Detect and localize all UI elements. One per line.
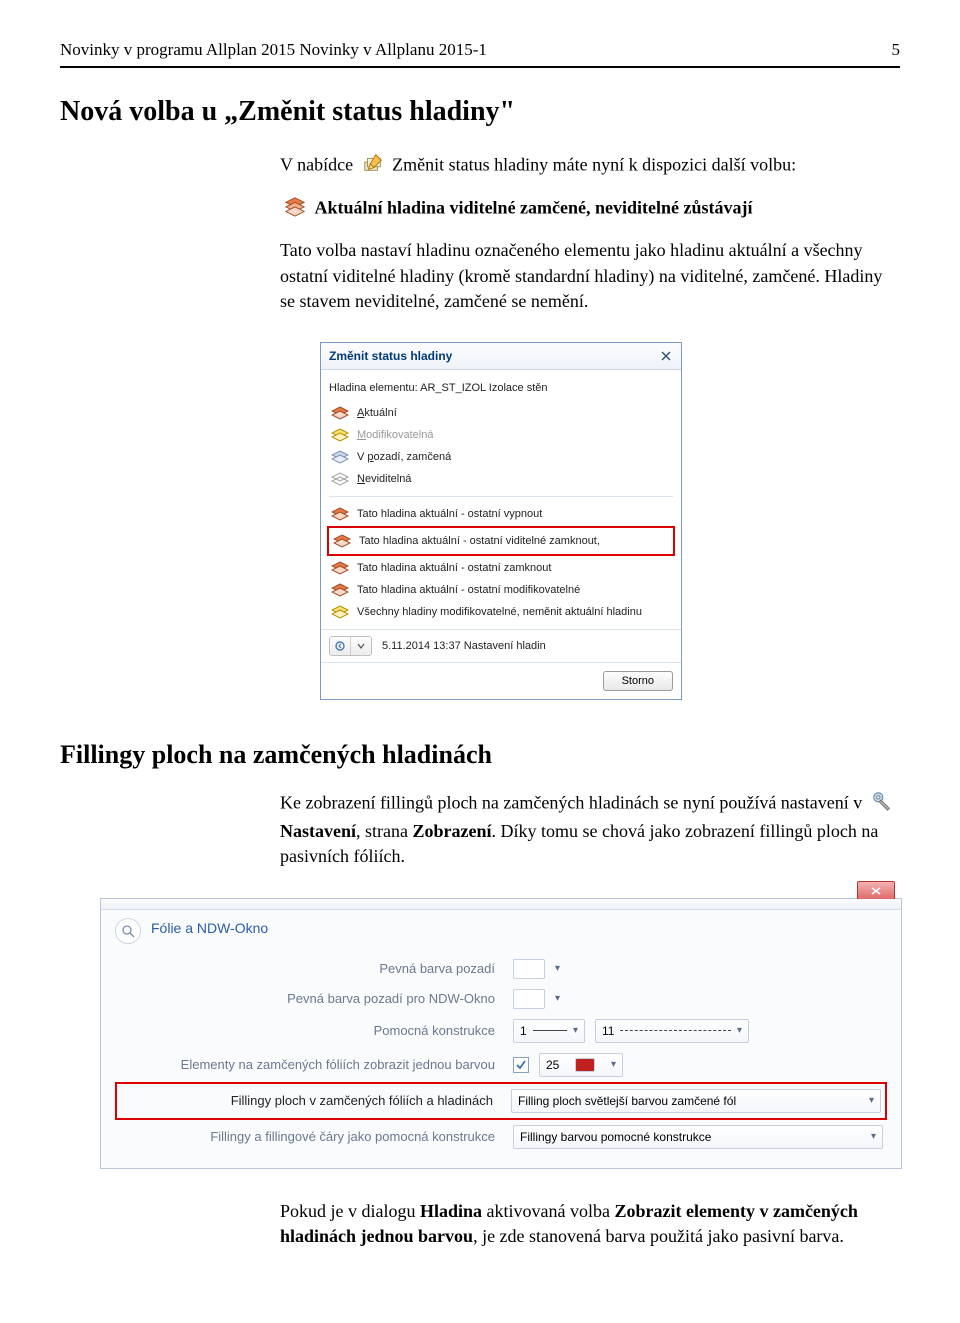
dialog-element-label: Hladina elementu: AR_ST_IZOL Izolace stě… [329,382,673,394]
dialog-item-aktualni[interactable]: Aktuální [329,402,673,424]
panel-row-2: Pomocná konstrukce 1▾ 11 ▾ [115,1014,887,1048]
line-style-select[interactable]: 11 ▾ [595,1019,749,1043]
header-rule [60,66,900,68]
header-left: Novinky v programu Allplan 2015 Novinky … [60,40,487,60]
para4-b1: Hladina [420,1201,482,1221]
settings-panel: Fólie a NDW-Okno Pevná barva pozadí ▾ Pe… [100,898,902,1169]
dialog-item-nevid[interactable]: Neviditelná [329,468,673,490]
layer-icon [331,405,349,421]
layers-stack-icon [331,582,349,598]
dialog-timestamp: 5.11.2014 13:37 Nastavení hladin [382,640,546,652]
dialog-item-modif[interactable]: Modifikovatelná [329,424,673,446]
layers-stack-icon [331,604,349,620]
filling-mode-select[interactable]: Filling ploch světlejší barvou zamčené f… [511,1089,881,1113]
intro-para-2: Tato volba nastaví hladinu označeného el… [280,238,900,314]
intro-line-1-post: Změnit status hladiny máte nyní k dispoz… [392,155,796,175]
heading-1: Nová volba u „Změnit status hladiny" [60,96,900,128]
dialog-item-b0[interactable]: Tato hladina aktuální - ostatní vypnout [329,503,673,525]
para3-bold2: Zobrazení [412,821,491,841]
close-icon[interactable] [659,349,673,363]
dialog-item-label: Tato hladina aktuální - ostatní viditeln… [359,535,600,547]
panel-row-4-highlight: Fillingy ploch v zamčených fóliích a hla… [115,1082,887,1120]
dialog-item-label: Modifikovatelná [357,429,433,441]
chevron-down-icon[interactable]: ▾ [555,963,560,974]
dialog-item-label: Neviditelná [357,473,411,485]
para3-mid: , strana [356,821,412,841]
dialog-item-label: Aktuální [357,407,397,419]
panel-row-1: Pevná barva pozadí pro NDW-Okno ▾ [115,984,887,1014]
dropdown-value: Fillingy barvou pomocné konstrukce [520,1130,711,1144]
change-layer-status-dialog: Změnit status hladiny Hladina elementu: … [320,342,682,700]
line-style-value: 11 [602,1024,614,1038]
row-label: Pevná barva pozadí [119,961,513,976]
layer-icon [331,471,349,487]
color-number-value: 25 [546,1058,559,1072]
para4-mid: aktivovaná volba [482,1201,614,1221]
search-icon[interactable] [115,918,141,944]
dialog-title-text: Změnit status hladiny [329,349,452,363]
panel-section-title: Fólie a NDW-Okno [151,920,268,936]
page-number: 5 [892,40,901,60]
panel-row-3: Elementy na zamčených fóliích zobrazit j… [115,1048,887,1082]
para3-pre: Ke zobrazení fillingů ploch na zamčených… [280,793,867,813]
filling-aux-select[interactable]: Fillingy barvou pomocné konstrukce▾ [513,1125,883,1149]
color-swatch[interactable] [513,959,545,979]
layers-pencil-icon [362,152,384,181]
wrench-gear-icon [871,790,893,819]
para-3: Ke zobrazení fillingů ploch na zamčených… [280,790,900,870]
checkbox[interactable] [513,1057,529,1073]
intro-line-1: V nabídce Změnit status hladiny máte nyn… [280,152,900,181]
row-label: Pevná barva pozadí pro NDW-Okno [119,991,513,1006]
line-number-value: 1 [520,1024,527,1038]
intro-line-1-pre: V nabídce [280,155,358,175]
chevron-down-icon[interactable]: ▾ [555,993,560,1004]
nav-back-button[interactable] [330,637,351,655]
dialog-item-label: Všechny hladiny modifikovatelné, neměnit… [357,606,642,618]
dialog-item-label: Tato hladina aktuální - ostatní zamknout [357,562,551,574]
dialog-item-b4[interactable]: Všechny hladiny modifikovatelné, neměnit… [329,601,673,623]
layers-stack-icon [333,533,351,549]
layers-stack-icon [331,506,349,522]
dropdown-value: Filling ploch světlejší barvou zamčené f… [518,1094,736,1108]
dialog-item-b1-highlight[interactable]: Tato hladina aktuální - ostatní viditeln… [331,530,671,552]
nav-pill-group [329,636,372,656]
layers-stack-icon [331,560,349,576]
para4-end: , je zde stanovená barva použitá jako pa… [473,1226,844,1246]
layer-icon [331,427,349,443]
dialog-item-label: Tato hladina aktuální - ostatní modifiko… [357,584,580,596]
panel-row-0: Pevná barva pozadí ▾ [115,954,887,984]
row-label: Fillingy ploch v zamčených fóliích a hla… [121,1093,511,1108]
dialog-item-b2[interactable]: Tato hladina aktuální - ostatní zamknout [329,557,673,579]
dialog-item-pozadi[interactable]: V pozadí, zamčená [329,446,673,468]
cancel-button[interactable]: Storno [603,671,673,691]
dialog-item-b3[interactable]: Tato hladina aktuální - ostatní modifiko… [329,579,673,601]
heading-2: Fillingy ploch na zamčených hladinách [60,740,900,770]
row-label: Pomocná konstrukce [119,1023,513,1038]
dialog-titlebar: Změnit status hladiny [321,343,681,370]
para3-bold1: Nastavení [280,821,356,841]
chevron-down-icon[interactable] [351,637,371,655]
dialog-footer: 5.11.2014 13:37 Nastavení hladin [321,629,681,662]
layers-stack-icon [284,195,306,224]
color-number-select[interactable]: 25 ▾ [539,1053,623,1077]
para-4: Pokud je v dialogu Hladina aktivovaná vo… [280,1199,900,1249]
row-label: Fillingy a fillingové čáry jako pomocná … [119,1129,513,1144]
dialog-item-label: V pozadí, zamčená [357,451,451,463]
panel-row-5: Fillingy a fillingové čáry jako pomocná … [115,1120,887,1154]
panel-search-row: Fólie a NDW-Okno [115,918,887,944]
layer-icon [331,449,349,465]
window-close-icon[interactable] [857,881,895,901]
dialog-item-label: Tato hladina aktuální - ostatní vypnout [357,508,542,520]
para4-pre: Pokud je v dialogu [280,1201,420,1221]
intro-line-2-bold: Aktuální hladina viditelné zamčené, nevi… [315,198,753,218]
row-label: Elementy na zamčených fóliích zobrazit j… [119,1057,513,1072]
line-number-select[interactable]: 1▾ [513,1019,585,1043]
color-swatch[interactable] [513,989,545,1009]
intro-line-2: Aktuální hladina viditelné zamčené, nevi… [280,195,900,224]
